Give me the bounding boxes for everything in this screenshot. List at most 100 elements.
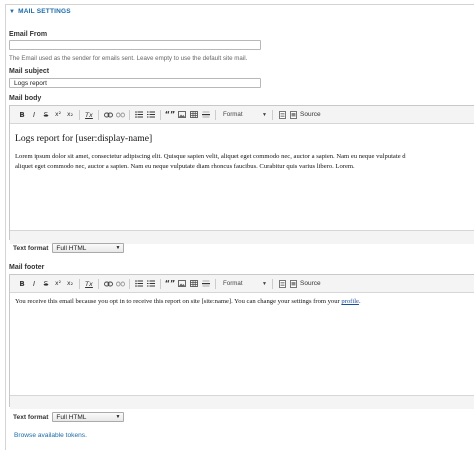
remove-format-button[interactable]: Tx	[83, 109, 95, 121]
numbered-list-button[interactable]	[145, 109, 157, 121]
collapse-triangle-icon: ▼	[9, 8, 16, 15]
horizontal-rule-button[interactable]	[200, 109, 212, 121]
text-format-select[interactable]: Full HTML ▼	[52, 243, 125, 253]
bulleted-list-button[interactable]	[133, 109, 145, 121]
mail-settings-toggle[interactable]: ▼ MAIL SETTINGS	[9, 8, 71, 15]
superscript-button[interactable]: x²	[52, 278, 64, 290]
mail-footer-toolbar: B I S x² x₂ Tx “” Format ▼ Source	[10, 275, 474, 293]
superscript-button[interactable]: x²	[52, 109, 64, 121]
source-file-button[interactable]	[276, 278, 288, 290]
bulleted-list-icon	[135, 111, 143, 118]
mail-footer-editor: B I S x² x₂ Tx “” Format ▼ Source You rec…	[9, 274, 474, 409]
browse-tokens-link[interactable]: Browse available tokens.	[14, 432, 87, 439]
subscript-button[interactable]: x₂	[64, 109, 76, 121]
chevron-down-icon: ▼	[115, 245, 121, 251]
link-icon	[103, 112, 113, 117]
toolbar-separator	[215, 109, 216, 120]
numbered-list-icon	[147, 111, 155, 118]
toolbar-separator	[79, 109, 80, 120]
horizontal-rule-icon	[202, 111, 210, 118]
text-format-value: Full HTML	[56, 244, 87, 252]
table-icon	[190, 111, 198, 118]
source-button[interactable]: Source	[290, 279, 321, 288]
body-heading: Logs report for [user:display-name]	[15, 133, 153, 144]
source-icon	[290, 110, 297, 119]
strikethrough-button[interactable]: S	[40, 278, 52, 290]
bulleted-list-button[interactable]	[133, 278, 145, 290]
subscript-button[interactable]: x₂	[64, 278, 76, 290]
toolbar-separator	[272, 278, 273, 289]
toolbar-separator	[98, 109, 99, 120]
toolbar-separator	[272, 109, 273, 120]
mail-footer-status-bar	[10, 395, 474, 409]
profile-link[interactable]: profile	[341, 298, 359, 305]
text-format-label: Text format	[13, 413, 49, 421]
image-button[interactable]	[176, 109, 188, 121]
strikethrough-button[interactable]: S	[40, 109, 52, 121]
format-dropdown[interactable]: Format ▼	[221, 109, 269, 120]
blockquote-button[interactable]: “”	[164, 278, 176, 290]
italic-button[interactable]: I	[28, 109, 40, 121]
source-file-button[interactable]	[276, 109, 288, 121]
email-from-label: Email From	[9, 31, 48, 38]
link-button[interactable]	[102, 109, 114, 121]
image-button[interactable]	[176, 278, 188, 290]
table-button[interactable]	[188, 278, 200, 290]
bold-button[interactable]: B	[16, 109, 28, 121]
image-icon	[178, 280, 186, 287]
toolbar-separator	[98, 278, 99, 289]
remove-format-button[interactable]: Tx	[83, 278, 95, 290]
source-label: Source	[300, 111, 321, 118]
mail-body-editor: B I S x² x₂ Tx “” Format ▼ Source Logs re…	[9, 105, 474, 244]
body-line-2: aliquet eget commodo nec, auctor a sapie…	[15, 163, 355, 170]
footer-text: You receive this email because you opt i…	[15, 298, 342, 305]
email-from-description: The Email used as the sender for emails …	[9, 55, 248, 62]
toolbar-separator	[129, 278, 130, 289]
mail-subject-input[interactable]	[9, 78, 261, 88]
mail-body-status-bar	[10, 230, 474, 244]
source-label: Source	[300, 280, 321, 287]
toolbar-separator	[160, 278, 161, 289]
mail-footer-label: Mail footer	[9, 264, 45, 271]
toolbar-separator	[79, 278, 80, 289]
footer-paragraph: You receive this email because you opt i…	[15, 297, 471, 307]
italic-button[interactable]: I	[28, 278, 40, 290]
toolbar-separator	[129, 109, 130, 120]
chevron-down-icon: ▼	[115, 414, 121, 420]
horizontal-rule-button[interactable]	[200, 278, 212, 290]
text-format-select[interactable]: Full HTML ▼	[52, 412, 125, 422]
email-from-input[interactable]	[9, 40, 261, 50]
source-icon	[290, 279, 297, 288]
table-button[interactable]	[188, 109, 200, 121]
chevron-down-icon: ▼	[262, 111, 267, 118]
mail-body-text-format: Text format Full HTML ▼	[13, 243, 125, 253]
horizontal-rule-icon	[202, 280, 210, 287]
mail-body-content[interactable]: Logs report for [user:display-name] Lore…	[10, 124, 474, 230]
format-dropdown[interactable]: Format ▼	[221, 278, 269, 289]
link-icon	[103, 281, 113, 286]
table-icon	[190, 280, 198, 287]
source-button[interactable]: Source	[290, 110, 321, 119]
bold-button[interactable]: B	[16, 278, 28, 290]
document-icon	[278, 110, 286, 119]
link-button[interactable]	[102, 278, 114, 290]
image-icon	[178, 111, 186, 118]
unlink-icon	[115, 112, 125, 117]
numbered-list-button[interactable]	[145, 278, 157, 290]
unlink-icon	[115, 281, 125, 286]
body-line-1: Lorem ipsum dolor sit amet, consectetur …	[15, 153, 406, 160]
format-label: Format	[223, 111, 243, 118]
unlink-button[interactable]	[114, 109, 126, 121]
section-title: MAIL SETTINGS	[18, 8, 71, 15]
text-format-value: Full HTML	[56, 413, 87, 421]
unlink-button[interactable]	[114, 278, 126, 290]
mail-footer-text-format: Text format Full HTML ▼	[13, 412, 125, 422]
mail-body-toolbar: B I S x² x₂ Tx “” Format ▼ Source	[10, 106, 474, 124]
mail-footer-content[interactable]: You receive this email because you opt i…	[10, 293, 474, 395]
footer-text-end: .	[358, 298, 361, 305]
blockquote-button[interactable]: “”	[164, 109, 176, 121]
bulleted-list-icon	[135, 280, 143, 287]
mail-subject-label: Mail subject	[9, 68, 50, 75]
document-icon	[278, 279, 286, 288]
toolbar-separator	[215, 278, 216, 289]
